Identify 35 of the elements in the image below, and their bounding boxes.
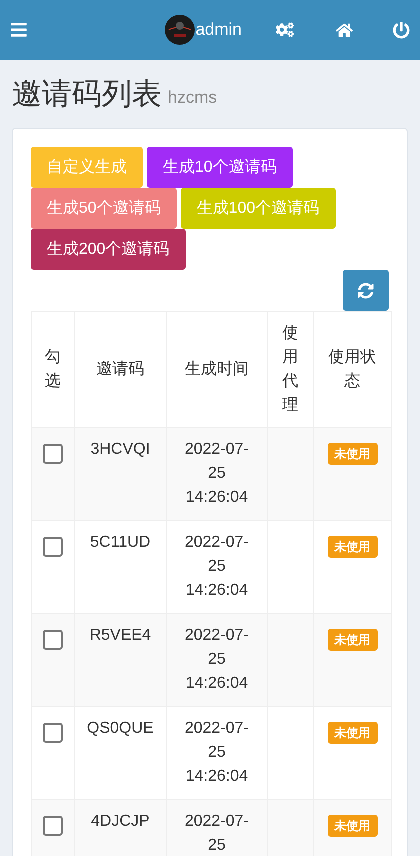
- row-checkbox[interactable]: [43, 723, 63, 743]
- username-link[interactable]: admin: [196, 17, 242, 43]
- row-checkbox[interactable]: [43, 816, 63, 836]
- invite-code: 3HCVQI: [90, 441, 150, 458]
- invite-code: 5C11UD: [90, 534, 151, 551]
- column-header: 使用代理: [268, 312, 314, 428]
- created-time: 2022-07-25 14:26:04: [184, 626, 250, 694]
- created-time: 2022-07-25: [184, 812, 250, 856]
- menu-icon[interactable]: [10, 21, 28, 39]
- row-checkbox[interactable]: [43, 630, 63, 650]
- status-badge: 未使用: [328, 722, 378, 744]
- created-time: 2022-07-25 14:26:04: [184, 533, 250, 601]
- avatar-icon: [164, 15, 195, 45]
- created-time: 2022-07-25 14:26:04: [184, 440, 250, 508]
- row-checkbox[interactable]: [43, 537, 63, 557]
- status-badge: 未使用: [328, 536, 378, 558]
- status-badge: 未使用: [328, 443, 378, 465]
- refresh-icon: [358, 282, 374, 298]
- generate-button[interactable]: 生成50个邀请码: [31, 188, 177, 229]
- invite-code: QS0QUE: [87, 720, 154, 737]
- generate-button[interactable]: 生成10个邀请码: [147, 147, 293, 188]
- row-checkbox[interactable]: [43, 444, 63, 464]
- settings-icon[interactable]: [276, 21, 294, 39]
- generate-button[interactable]: 生成200个邀请码: [31, 229, 186, 270]
- page-subtitle: hzcms: [168, 86, 218, 108]
- created-time: 2022-07-25 14:26:04: [184, 719, 250, 787]
- column-header: 勾选: [32, 312, 74, 428]
- status-badge: 未使用: [328, 815, 378, 837]
- refresh-button[interactable]: [343, 270, 389, 311]
- page-title: 邀请码列表: [12, 77, 162, 113]
- home-icon[interactable]: [336, 22, 353, 38]
- invite-code: R5VEE4: [90, 627, 152, 644]
- invite-code: 4DJCJP: [91, 813, 150, 830]
- status-badge: 未使用: [328, 629, 378, 651]
- power-icon[interactable]: [393, 22, 410, 38]
